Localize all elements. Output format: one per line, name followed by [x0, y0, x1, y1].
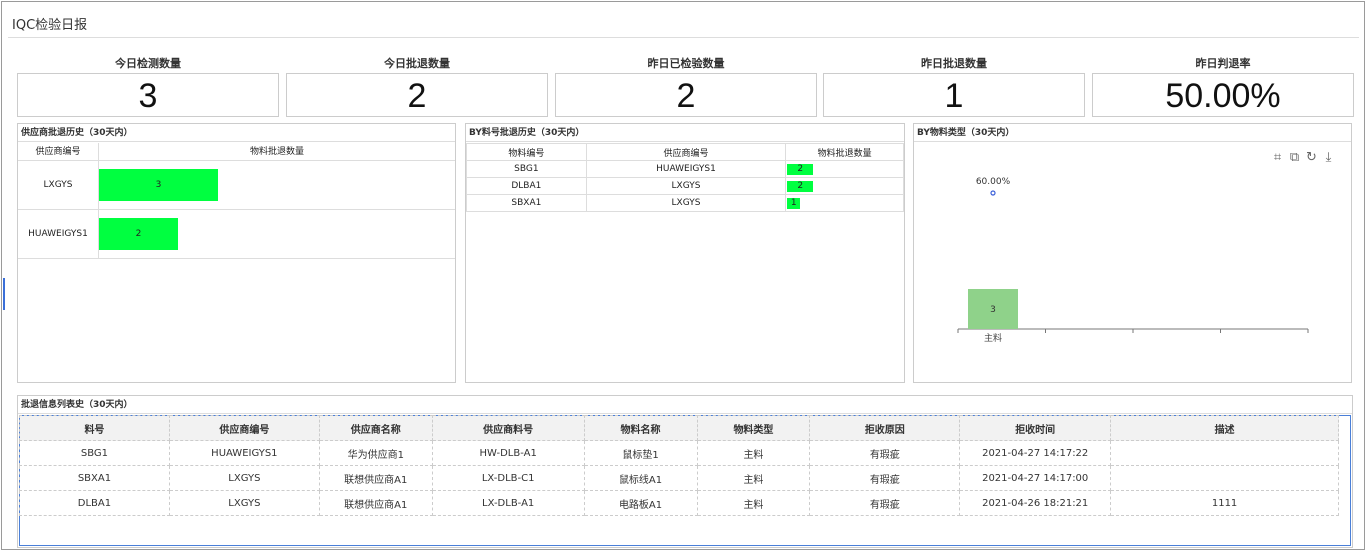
reject-list-table: 料号 供应商编号 供应商名称 供应商料号 物料名称 物料类型 拒收原因 拒收时间 描述 SBG1…: [19, 415, 1339, 516]
reject-bar: 1: [787, 197, 801, 209]
reject-list-panel: 批退信息列表史（30天内） 料号 供应商编号 供应商名称 供应商料号 物料名称 物料类型拒…: [17, 395, 1353, 548]
column-header-material-name[interactable]: 物料名称: [583, 415, 698, 441]
kpi-label-today-inspected: 今日检测数量: [115, 57, 181, 70]
kpi-value-yesterday-rejected: 1: [823, 73, 1085, 117]
column-header-material-type[interactable]: 物料类型: [696, 415, 811, 441]
kpi-value-today-inspected: 3: [17, 73, 279, 117]
rate-point-label: 60.00%: [976, 177, 1011, 187]
material-code: SBXA1: [466, 194, 587, 212]
kpi-label-yesterday-reject-rate: 昨日判退率: [1195, 57, 1251, 70]
table-row: SBG1 HUAWEIGYS1 2: [466, 160, 904, 178]
column-header-supplier-code[interactable]: 供应商编号: [168, 415, 320, 441]
reject-reason: 有瑕疵: [809, 490, 961, 516]
reject-bar: 2: [787, 180, 814, 192]
supplier-code: LXGYS: [585, 194, 787, 212]
reject-bar: 2: [787, 163, 814, 175]
material-code: SBG1: [466, 160, 587, 178]
part-no: SBXA1: [19, 465, 170, 491]
table-row[interactable]: SBG1 HUAWEIGYS1 华为供应商1 HW-DLB-A1 鼠标垫1 主料 有瑕疵 20…: [19, 440, 1339, 466]
supplier-part-no: HW-DLB-A1: [431, 440, 585, 466]
kpi-value-yesterday-inspected: 2: [555, 73, 817, 117]
column-header-reject-reason[interactable]: 拒收原因: [809, 415, 961, 441]
reject-bar: 3: [99, 169, 218, 201]
supplier-history-panel: 供应商批退历史（30天内） 供应商编号 物料批退数量 LXGYS 3 HUAWE…: [17, 123, 456, 383]
column-header-supplier-name[interactable]: 供应商名称: [318, 415, 433, 441]
reject-time: 2021-04-26 18:21:21: [959, 490, 1112, 516]
table-row[interactable]: SBXA1 LXGYS 联想供应商A1 LX-DLB-C1 鼠标线A1 主料 有瑕疵 2021…: [19, 465, 1339, 491]
title-divider: [8, 37, 1359, 38]
table-row[interactable]: DLBA1 LXGYS 联想供应商A1 LX-DLB-A1 电路板A1 主料 有瑕疵 2021…: [19, 490, 1339, 516]
kpi-label-yesterday-inspected: 昨日已检验数量: [647, 57, 725, 70]
panel-title: BY物料类型（30天内）: [914, 124, 1351, 142]
supplier-history-header: 供应商编号 物料批退数量: [18, 143, 455, 161]
column-header-part-no[interactable]: 料号: [19, 415, 170, 441]
material-type: 主料: [696, 440, 811, 466]
table-row: SBXA1 LXGYS 1: [466, 194, 904, 212]
part-no: SBG1: [19, 440, 170, 466]
supplier-part-no: LX-DLB-A1: [431, 490, 585, 516]
supplier-name: 联想供应商A1: [318, 490, 433, 516]
reject-time: 2021-04-27 14:17:00: [959, 465, 1112, 491]
reject-time: 2021-04-27 14:17:22: [959, 440, 1112, 466]
rate-point[interactable]: [990, 190, 996, 196]
material-name: 鼠标垫1: [583, 440, 698, 466]
material-type: 主料: [696, 465, 811, 491]
scroll-indicator: [3, 278, 5, 310]
column-header-reject-count: 物料批退数量: [785, 143, 904, 161]
column-header-reject-time[interactable]: 拒收时间: [959, 415, 1112, 441]
panel-title: BY料号批退历史（30天内）: [466, 124, 904, 142]
supplier-code: HUAWEIGYS1: [168, 440, 320, 466]
supplier-row: LXGYS 3: [18, 161, 455, 210]
page-title: IQC检验日报: [12, 18, 88, 33]
material-history-panel: BY料号批退历史（30天内） 物料编号 供应商编号 物料批退数量 SBG1 HU…: [465, 123, 905, 383]
column-header-material-code: 物料编号: [466, 143, 587, 161]
description: [1110, 465, 1339, 491]
supplier-code: LXGYS: [168, 490, 320, 516]
supplier-code: HUAWEIGYS1: [585, 160, 787, 178]
column-header-supplier: 供应商编号: [35, 147, 81, 157]
material-name: 电路板A1: [583, 490, 698, 516]
kpi-value-today-rejected: 2: [286, 73, 548, 117]
material-type-panel: BY物料类型（30天内） ⌗ ⧉ ↻ ⤓ 3 主料 60.00%: [913, 123, 1352, 383]
material-code: DLBA1: [466, 177, 587, 195]
supplier-code: LXGYS: [168, 465, 320, 491]
supplier-part-no: LX-DLB-C1: [431, 465, 585, 491]
material-history-table: 物料编号 供应商编号 物料批退数量 SBG1 HUAWEIGYS1 2 DLBA…: [466, 143, 904, 212]
bar-value-label: 3: [990, 305, 996, 315]
column-header-reject-count: 物料批退数量: [98, 143, 455, 161]
supplier-name: HUAWEIGYS1: [28, 228, 88, 239]
material-name: 鼠标线A1: [583, 465, 698, 491]
part-no: DLBA1: [19, 490, 170, 516]
reject-bar: 2: [99, 218, 178, 250]
supplier-name: LXGYS: [43, 179, 73, 190]
table-row: DLBA1 LXGYS 2: [466, 177, 904, 195]
panel-title: 供应商批退历史（30天内）: [18, 124, 455, 142]
reject-reason: 有瑕疵: [809, 465, 961, 491]
supplier-name: 华为供应商1: [318, 440, 433, 466]
kpi-label-yesterday-rejected: 昨日批退数量: [921, 57, 987, 70]
kpi-label-today-rejected: 今日批退数量: [384, 57, 450, 70]
reject-reason: 有瑕疵: [809, 440, 961, 466]
description: 1111: [1110, 490, 1339, 516]
material-type-chart: 3 主料 60.00%: [957, 177, 1309, 344]
supplier-row: HUAWEIGYS1 2: [18, 210, 455, 259]
column-header-supplier-part-no[interactable]: 供应商料号: [431, 415, 585, 441]
description: [1110, 440, 1339, 466]
column-header-description[interactable]: 描述: [1110, 415, 1339, 441]
supplier-name: 联想供应商A1: [318, 465, 433, 491]
supplier-code: LXGYS: [585, 177, 787, 195]
material-type: 主料: [696, 490, 811, 516]
kpi-value-yesterday-reject-rate: 50.00%: [1092, 73, 1354, 117]
column-header-supplier: 供应商编号: [585, 143, 787, 161]
panel-title: 批退信息列表史（30天内）: [18, 396, 1352, 414]
x-tick-label: 主料: [984, 332, 1002, 344]
